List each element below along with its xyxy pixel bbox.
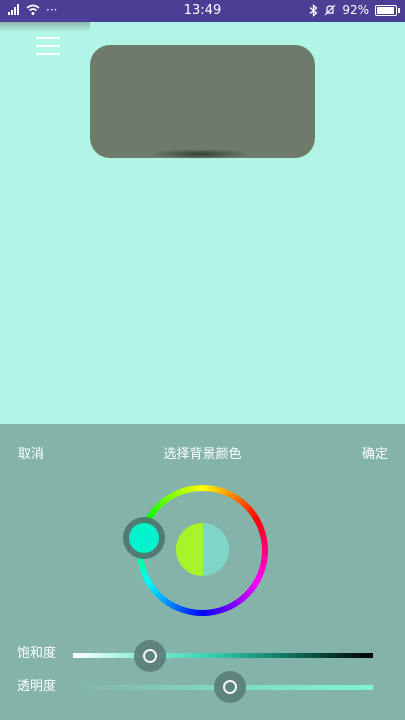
menu-icon-line <box>36 53 60 55</box>
menu-icon-line <box>36 37 60 39</box>
battery-percent: 92% <box>342 3 369 17</box>
status-right: 92% <box>309 3 400 17</box>
mute-icon <box>324 4 336 16</box>
picker-title: 选择背景颜色 <box>163 447 242 462</box>
color-picker-panel: 取消 选择背景颜色 确定 饱和度 透明度 <box>0 424 405 720</box>
color-compare-swatch <box>176 523 229 576</box>
hue-wheel-handle[interactable] <box>123 517 165 559</box>
saturation-label: 饱和度 <box>17 646 57 661</box>
battery-icon <box>375 4 400 16</box>
opacity-thumb-ring <box>223 680 237 694</box>
preview-card-shadow <box>150 149 250 159</box>
opacity-slider-thumb[interactable] <box>214 671 246 703</box>
toolbar-shadow <box>0 22 90 32</box>
saturation-thumb-ring <box>143 649 157 663</box>
menu-icon[interactable] <box>36 37 60 59</box>
saturation-slider-thumb[interactable] <box>134 640 166 672</box>
status-bar: ··· 13:49 92% <box>0 0 405 22</box>
confirm-button[interactable]: 确定 <box>362 443 388 462</box>
preview-card <box>90 45 315 158</box>
bluetooth-icon <box>309 3 318 17</box>
selected-color-dot <box>129 523 159 553</box>
opacity-label: 透明度 <box>17 679 57 694</box>
battery-fill <box>377 6 394 14</box>
menu-icon-line <box>36 45 60 47</box>
saturation-slider-track[interactable] <box>73 653 373 658</box>
